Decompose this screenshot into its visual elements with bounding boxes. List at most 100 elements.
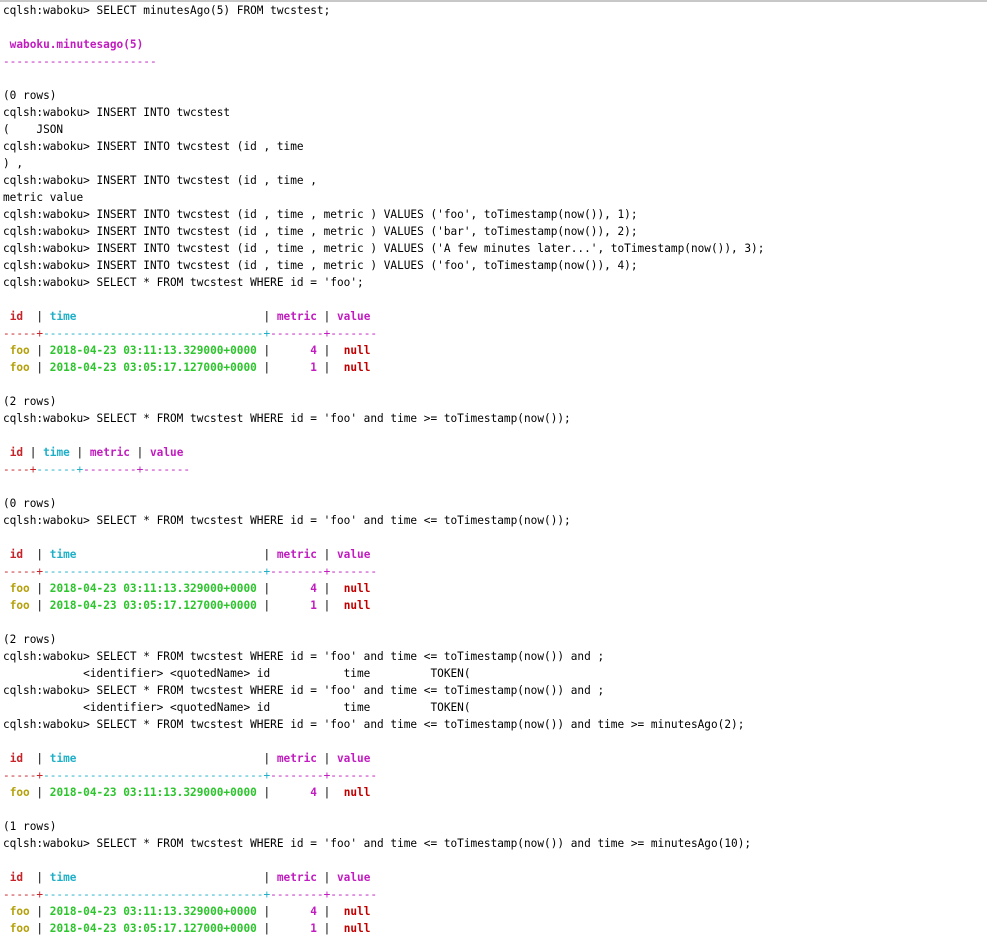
divider: | xyxy=(256,361,311,374)
command-line: cqlsh:waboku> SELECT * FROM twcstest WHE… xyxy=(3,648,987,665)
column-header-time: time xyxy=(49,310,77,323)
output-line: ( JSON xyxy=(3,121,987,138)
column-header-value: value xyxy=(336,752,371,765)
column-header-id: id xyxy=(9,871,24,884)
divider: | xyxy=(29,922,50,935)
cell-metric: 1 xyxy=(310,361,317,374)
divider: | xyxy=(316,361,344,374)
table-row: foo | 2018-04-23 03:05:17.127000+0000 | … xyxy=(3,597,987,614)
divider: | xyxy=(316,922,344,935)
divider: | xyxy=(76,548,277,561)
column-header-metric: metric xyxy=(89,446,130,459)
prompt: cqlsh:waboku> xyxy=(3,412,97,425)
separator: ------+ xyxy=(36,463,84,476)
cell-time: 2018-04-23 03:11:13.329000+0000 xyxy=(49,344,257,357)
column-header-value: value xyxy=(336,871,371,884)
table-row: foo | 2018-04-23 03:05:17.127000+0000 | … xyxy=(3,359,987,376)
command-line: cqlsh:waboku> INSERT INTO twcstest (id ,… xyxy=(3,257,987,274)
divider: | xyxy=(256,344,311,357)
table-header: id | time | metric | value xyxy=(3,869,987,886)
result-header: waboku.minutesago(5) xyxy=(3,36,987,53)
separator: --------+ xyxy=(270,769,331,782)
divider: | xyxy=(316,599,344,612)
prompt: cqlsh:waboku> xyxy=(3,276,97,289)
terminal-output[interactable]: cqlsh:waboku> SELECT minutesAgo(5) FROM … xyxy=(0,2,987,950)
divider: | xyxy=(316,905,344,918)
column-header-time: time xyxy=(43,446,70,459)
prompt: cqlsh:waboku> xyxy=(3,718,97,731)
output-line: <identifier> <quotedName> id time TOKEN( xyxy=(3,699,987,716)
separator: ---------------------------------+ xyxy=(43,565,271,578)
separator: ------- xyxy=(330,888,378,901)
command-text: INSERT INTO twcstest (id , time , metric… xyxy=(96,225,638,238)
column-header-value: value xyxy=(149,446,184,459)
command-line: cqlsh:waboku> INSERT INTO twcstest (id ,… xyxy=(3,206,987,223)
cell-time: 2018-04-23 03:05:17.127000+0000 xyxy=(49,599,257,612)
divider: | xyxy=(29,786,50,799)
separator: -----+ xyxy=(3,888,44,901)
divider: | xyxy=(316,786,344,799)
prompt: cqlsh:waboku> xyxy=(3,259,97,272)
prompt: cqlsh:waboku> xyxy=(3,106,97,119)
divider: | xyxy=(316,752,337,765)
prompt: cqlsh:waboku> xyxy=(3,208,97,221)
divider: | xyxy=(316,310,337,323)
column-header-value: value xyxy=(336,548,371,561)
output-line: metric value xyxy=(3,189,987,206)
divider: | xyxy=(76,871,277,884)
cell-id: foo xyxy=(9,582,30,595)
cell-value: null xyxy=(343,361,371,374)
command-text: SELECT * FROM twcstest WHERE id = 'foo' … xyxy=(96,718,745,731)
output-line: (2 rows) xyxy=(3,393,987,410)
cell-value: null xyxy=(343,582,371,595)
table-row: foo | 2018-04-23 03:11:13.329000+0000 | … xyxy=(3,903,987,920)
column-header-metric: metric xyxy=(276,752,317,765)
table-separator: ----+------+--------+------- xyxy=(3,461,987,478)
column-header-metric: metric xyxy=(276,871,317,884)
column-header-value: value xyxy=(336,310,371,323)
divider: | xyxy=(256,599,311,612)
output-line: (2 rows) xyxy=(3,631,987,648)
divider: | xyxy=(29,344,50,357)
table-separator: -----+---------------------------------+… xyxy=(3,767,987,784)
column-header-time: time xyxy=(49,752,77,765)
column-header-id: id xyxy=(9,446,24,459)
divider: | xyxy=(29,582,50,595)
separator: ------- xyxy=(143,463,191,476)
cell-id: foo xyxy=(9,344,30,357)
pad xyxy=(3,905,10,918)
command-line: cqlsh:waboku> SELECT * FROM twcstest WHE… xyxy=(3,835,987,852)
divider: | xyxy=(316,582,344,595)
cell-metric: 4 xyxy=(310,582,317,595)
divider: | xyxy=(29,905,50,918)
command-text: SELECT * FROM twcstest WHERE id = 'foo' … xyxy=(96,684,605,697)
prompt: cqlsh:waboku> xyxy=(3,242,97,255)
divider: | xyxy=(256,786,311,799)
command-text: SELECT * FROM twcstest WHERE id = 'foo' … xyxy=(96,412,571,425)
command-line: cqlsh:waboku> INSERT INTO twcstest xyxy=(3,104,987,121)
command-text: SELECT minutesAgo(5) FROM twcstest; xyxy=(96,4,331,17)
prompt: cqlsh:waboku> xyxy=(3,650,97,663)
pad xyxy=(3,582,10,595)
table-row: foo | 2018-04-23 03:05:17.127000+0000 | … xyxy=(3,920,987,937)
table-header: id | time | metric | value xyxy=(3,444,987,461)
separator: ---------------------------------+ xyxy=(43,769,271,782)
cell-metric: 4 xyxy=(310,786,317,799)
separator: ----+ xyxy=(3,463,37,476)
command-line: cqlsh:waboku> SELECT * FROM twcstest WHE… xyxy=(3,682,987,699)
table-row: foo | 2018-04-23 03:11:13.329000+0000 | … xyxy=(3,784,987,801)
separator: --------+ xyxy=(270,565,331,578)
separator: ------- xyxy=(330,565,378,578)
cell-time: 2018-04-23 03:05:17.127000+0000 xyxy=(49,361,257,374)
cell-value: null xyxy=(343,786,371,799)
separator: ----------------------- xyxy=(3,55,157,68)
command-text: SELECT * FROM twcstest WHERE id = 'foo' … xyxy=(96,837,752,850)
separator: --------+ xyxy=(270,888,331,901)
column-header-metric: metric xyxy=(276,548,317,561)
output-line: (0 rows) xyxy=(3,87,987,104)
table-header: id | time | metric | value xyxy=(3,750,987,767)
